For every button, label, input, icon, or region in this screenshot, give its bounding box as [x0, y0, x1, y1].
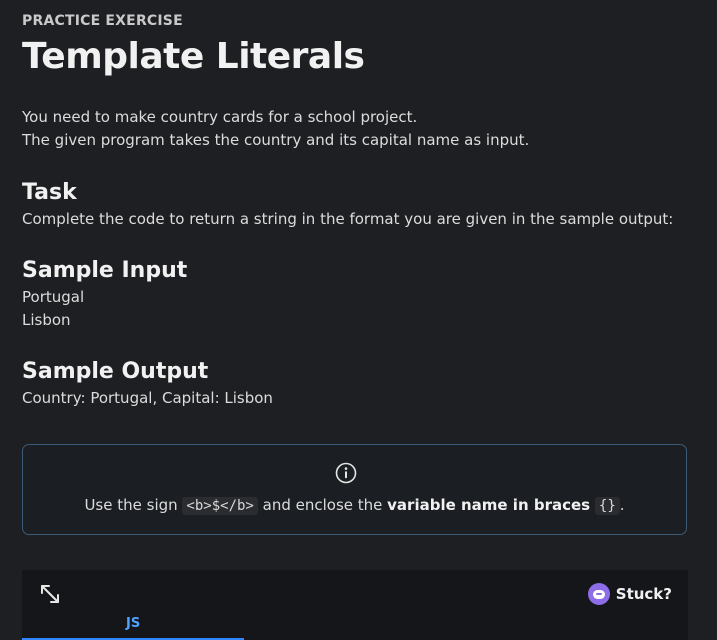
stuck-label: Stuck?	[615, 585, 672, 603]
info-icon	[335, 462, 357, 484]
hint-middle: and enclose the	[257, 496, 388, 514]
tab-js[interactable]: JS	[22, 614, 244, 640]
exercise-label: PRACTICE EXERCISE	[22, 13, 183, 29]
sample-output-heading: Sample Output	[22, 359, 209, 384]
sample-input-line-2: Lisbon	[22, 311, 71, 329]
hint-code-braces: {}	[594, 497, 620, 515]
tab-js-label: JS	[126, 616, 141, 631]
intro-line-1: You need to make country cards for a sch…	[22, 108, 418, 126]
hint-bold: variable name in braces	[387, 496, 591, 514]
bot-icon	[587, 583, 610, 605]
intro-line-2: The given program takes the country and …	[22, 131, 530, 149]
hint-box: Use the sign <b>$</b> and enclose the va…	[22, 444, 687, 535]
sample-input-line-1: Portugal	[22, 288, 85, 306]
hint-code-sign: <b>$</b>	[182, 497, 258, 515]
task-text: Complete the code to return a string in …	[22, 210, 674, 228]
page-title: Template Literals	[22, 36, 365, 77]
code-editor-toolbar: Stuck? JS	[22, 570, 688, 640]
hint-text: Use the sign <b>$</b> and enclose the va…	[23, 496, 686, 515]
sample-input-heading: Sample Input	[22, 258, 188, 283]
expand-icon[interactable]	[38, 582, 62, 606]
hint-prefix: Use the sign	[84, 496, 183, 514]
sample-output-text: Country: Portugal, Capital: Lisbon	[22, 389, 273, 407]
stuck-button[interactable]: Stuck?	[587, 582, 672, 606]
hint-suffix: .	[619, 496, 625, 514]
task-heading: Task	[22, 180, 77, 205]
